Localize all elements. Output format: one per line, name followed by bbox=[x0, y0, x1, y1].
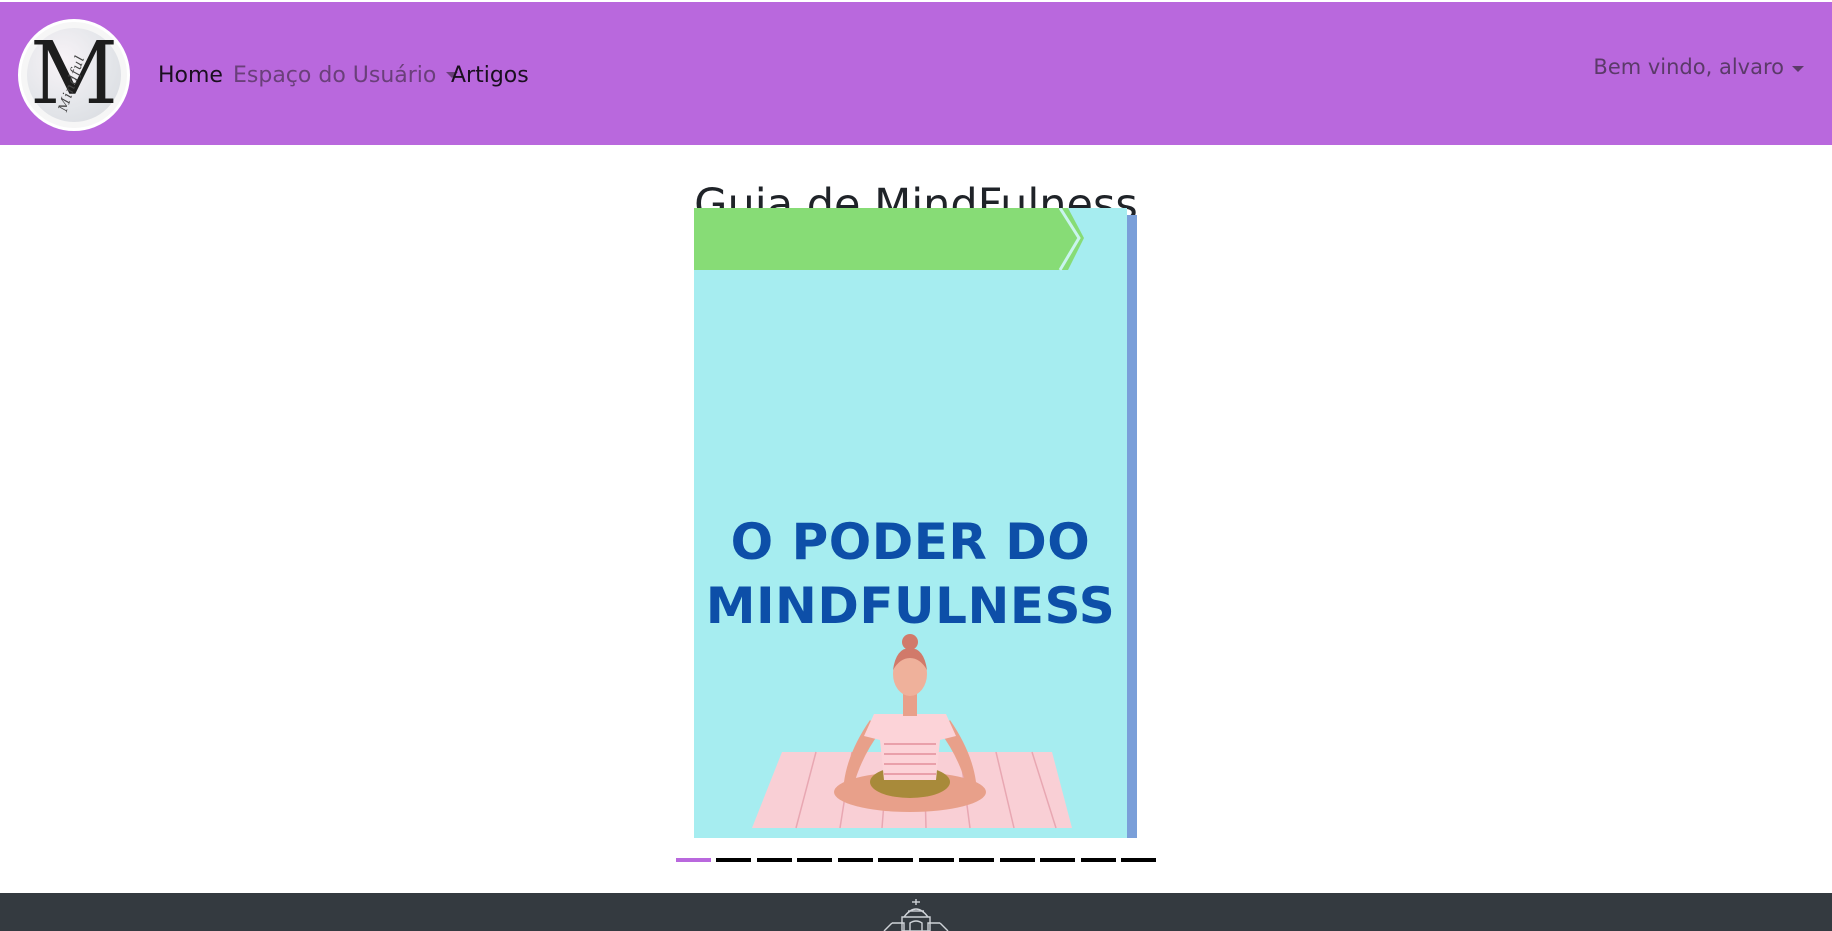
nav-articles-link[interactable]: Artigos bbox=[451, 60, 529, 92]
chevron-down-icon bbox=[1792, 66, 1804, 72]
top-navbar: M Mindful Home Espaço do Usuário Artigos… bbox=[0, 2, 1832, 145]
carousel-indicator[interactable] bbox=[1040, 858, 1075, 862]
carousel-indicator[interactable] bbox=[1121, 858, 1156, 862]
book-spine-shadow bbox=[1127, 215, 1137, 838]
nav-user-space-dropdown[interactable]: Espaço do Usuário bbox=[233, 60, 459, 92]
carousel-indicator[interactable] bbox=[1000, 858, 1035, 862]
church-building-icon bbox=[883, 899, 949, 931]
carousel-indicator[interactable] bbox=[676, 858, 711, 862]
cover-title-line-1: O PODER DO bbox=[730, 513, 1091, 571]
page-footer bbox=[0, 893, 1832, 931]
brand-logo[interactable]: M Mindful bbox=[18, 19, 130, 131]
cover-banner-shape bbox=[694, 208, 1084, 271]
carousel-indicator[interactable] bbox=[838, 858, 873, 862]
cover-title: O PODER DO MINDFULNESS bbox=[694, 510, 1127, 638]
carousel-slide-cover[interactable]: O PODER DO MINDFULNESS bbox=[694, 208, 1127, 838]
carousel-indicator[interactable] bbox=[1081, 858, 1116, 862]
carousel-indicator[interactable] bbox=[959, 858, 994, 862]
carousel-indicator[interactable] bbox=[919, 858, 954, 862]
carousel-indicator[interactable] bbox=[757, 858, 792, 862]
user-welcome-dropdown[interactable]: Bem vindo, alvaro bbox=[1593, 52, 1804, 82]
nav-user-space-label: Espaço do Usuário bbox=[233, 63, 437, 88]
cover-title-line-2: MINDFULNESS bbox=[705, 577, 1116, 635]
meditating-woman-illustration bbox=[752, 634, 1072, 829]
carousel-indicator[interactable] bbox=[878, 858, 913, 862]
nav-home-link[interactable]: Home bbox=[158, 60, 223, 92]
carousel-indicator[interactable] bbox=[716, 858, 751, 862]
carousel-indicator[interactable] bbox=[797, 858, 832, 862]
welcome-label: Bem vindo, alvaro bbox=[1593, 55, 1784, 79]
